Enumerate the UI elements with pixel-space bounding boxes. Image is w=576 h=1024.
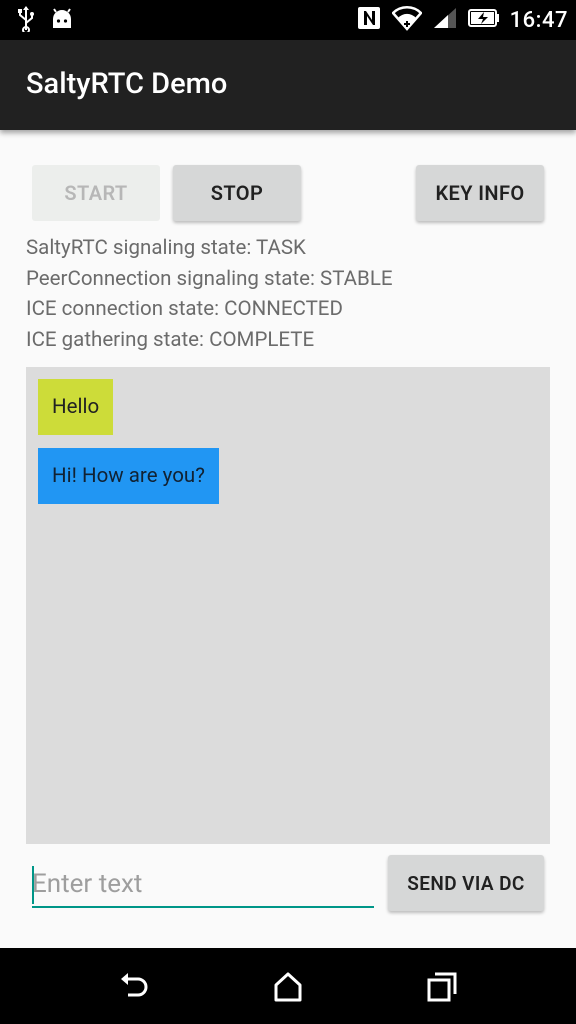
peer-connection-state: PeerConnection signaling state: STABLE	[26, 266, 393, 291]
recents-icon[interactable]	[425, 970, 459, 1004]
chat-log[interactable]: Hello Hi! How are you?	[26, 367, 550, 844]
ice-connection-state: ICE connection state: CONNECTED	[26, 297, 343, 321]
home-icon[interactable]	[271, 970, 305, 1004]
status-bar: 16:47	[0, 0, 576, 40]
cell-signal-icon	[432, 6, 458, 34]
clock: 16:47	[509, 7, 568, 33]
battery-charging-icon	[467, 9, 500, 31]
start-button[interactable]: START	[32, 165, 160, 221]
android-debug-icon	[50, 7, 74, 35]
app-title: SaltyRTC Demo	[26, 67, 228, 101]
saltyrtc-state: SaltyRTC signaling state: TASK	[26, 236, 306, 260]
nfc-icon	[356, 5, 382, 35]
ice-gathering-state: ICE gathering state: COMPLETE	[26, 327, 315, 352]
wifi-icon	[390, 5, 423, 35]
text-cursor	[32, 866, 34, 904]
send-via-dc-button[interactable]: SEND VIA DC	[388, 855, 544, 911]
key-info-button[interactable]: KEY INFO	[416, 165, 544, 221]
back-icon[interactable]	[118, 970, 152, 1004]
navigation-bar	[0, 948, 576, 1024]
stop-button[interactable]: STOP	[173, 165, 301, 221]
connection-states: SaltyRTC signaling state: TASK PeerConne…	[26, 233, 393, 355]
chat-message-sent: Hello	[38, 379, 114, 435]
chat-message-received: Hi! How are you?	[38, 448, 219, 504]
app-bar: SaltyRTC Demo	[0, 40, 576, 130]
message-input[interactable]	[32, 862, 374, 908]
usb-icon	[16, 6, 36, 36]
